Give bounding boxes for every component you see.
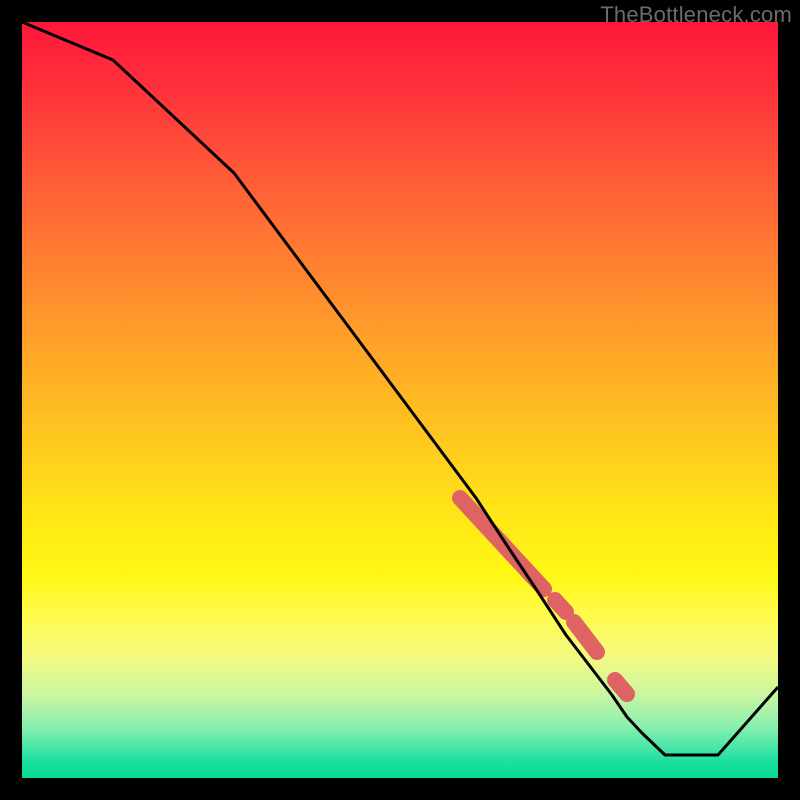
chart-frame: TheBottleneck.com — [0, 0, 800, 800]
highlight-group — [460, 498, 627, 694]
bottleneck-curve — [22, 22, 778, 778]
watermark-text: TheBottleneck.com — [600, 2, 792, 28]
curve-path — [22, 22, 778, 755]
plot-area — [22, 22, 778, 778]
